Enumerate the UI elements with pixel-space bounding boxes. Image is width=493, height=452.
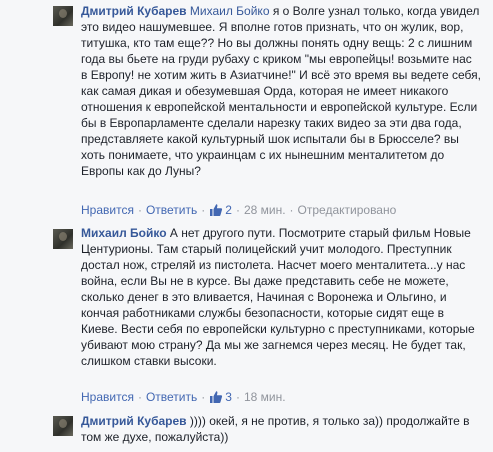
separator: · bbox=[201, 390, 206, 404]
thumbs-up-icon bbox=[209, 203, 223, 217]
separator: · bbox=[289, 203, 294, 217]
comment-body: Дмитрий Кубарев Михаил Бойко я о Волге у… bbox=[81, 3, 481, 179]
comment-text: А нет другого пути. Посмотрите старый фи… bbox=[81, 226, 475, 368]
separator: · bbox=[235, 203, 240, 217]
comment-actions: Нравится · Ответить · 3 · 18 мин. bbox=[81, 390, 286, 404]
reply-link[interactable]: Ответить bbox=[146, 203, 197, 217]
comment-body: Дмитрий Кубарев )))) окей, я не против, … bbox=[81, 413, 481, 445]
avatar[interactable] bbox=[53, 6, 73, 26]
like-link[interactable]: Нравится bbox=[81, 390, 134, 404]
mention-link[interactable]: Михаил Бойко bbox=[190, 4, 270, 18]
like-count[interactable]: 3 bbox=[209, 390, 232, 404]
reply-link[interactable]: Ответить bbox=[146, 390, 197, 404]
like-number: 3 bbox=[225, 390, 232, 404]
edited-label[interactable]: Отредактировано bbox=[298, 203, 397, 217]
separator: · bbox=[201, 203, 206, 217]
separator: · bbox=[137, 390, 142, 404]
timestamp[interactable]: 28 мин. bbox=[244, 203, 286, 217]
comment-author[interactable]: Дмитрий Кубарев bbox=[81, 4, 187, 18]
comment-actions: Нравится · Ответить · 2 · 28 мин. · Отре… bbox=[81, 203, 396, 217]
avatar[interactable] bbox=[53, 416, 73, 436]
timestamp[interactable]: 18 мин. bbox=[244, 390, 286, 404]
like-count[interactable]: 2 bbox=[209, 203, 232, 217]
thumbs-up-icon bbox=[209, 390, 223, 404]
comment-author[interactable]: Михаил Бойко bbox=[81, 226, 167, 240]
like-link[interactable]: Нравится bbox=[81, 203, 134, 217]
separator: · bbox=[137, 203, 142, 217]
comment-body: Михаил Бойко А нет другого пути. Посмотр… bbox=[81, 225, 481, 369]
comment-text: я о Волге узнал только, когда увидел это… bbox=[81, 4, 481, 178]
like-number: 2 bbox=[225, 203, 232, 217]
separator: · bbox=[235, 390, 240, 404]
comment-author[interactable]: Дмитрий Кубарев bbox=[81, 414, 187, 428]
avatar[interactable] bbox=[53, 229, 73, 249]
